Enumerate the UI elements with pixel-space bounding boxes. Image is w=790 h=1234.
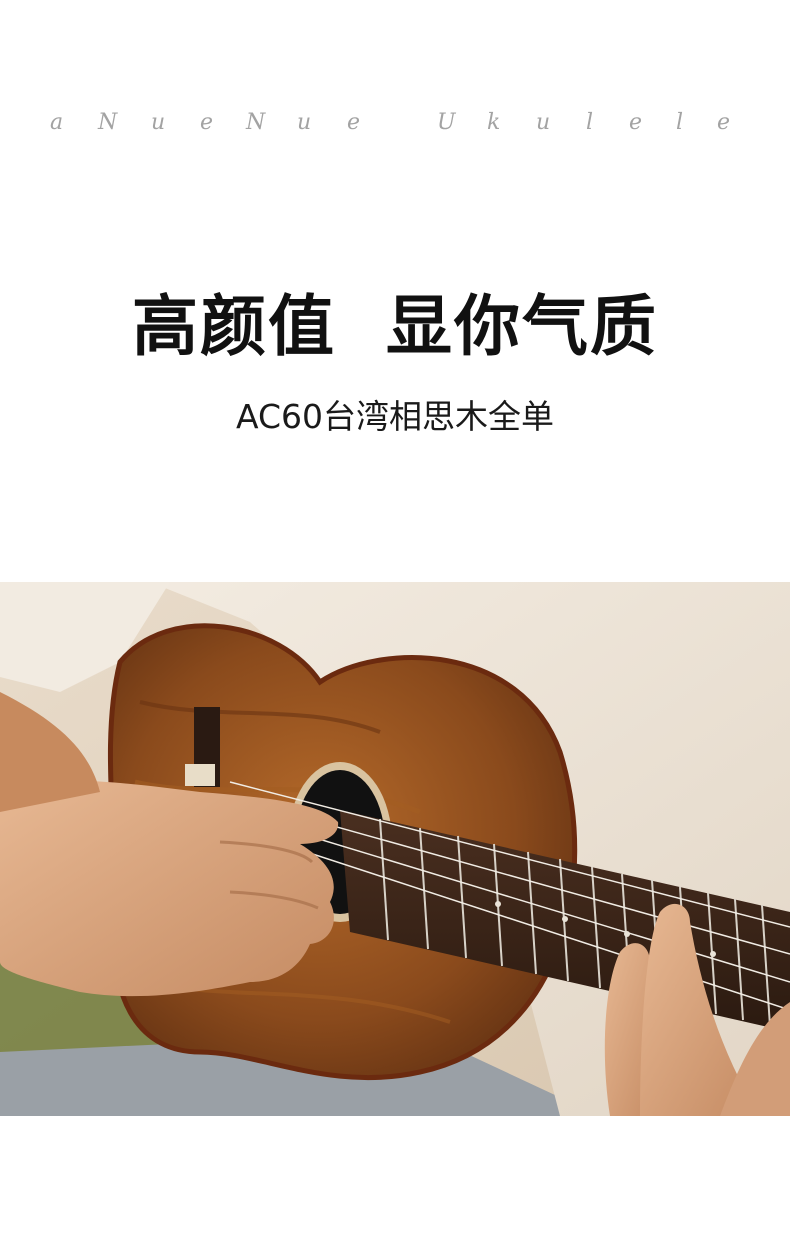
brand-wordmark: a N u e N u e U k u l e l e [0,108,790,138]
brand-letter: u [297,110,312,135]
subheadline: AC60台湾相思木全单 [235,397,555,436]
brand-letter: e [200,110,214,135]
brand-letter: e [629,110,643,135]
headline: 高颜值 显你气质 [132,288,658,365]
brand-letter: l [676,110,684,135]
brand-letter: l [586,110,594,135]
brand-letter: N [98,110,118,135]
brand-letter: u [536,110,551,135]
brand-letter: u [151,110,166,135]
brand-letter: e [347,110,361,135]
brand-letter: e [717,110,731,135]
ukulele-illustration [0,582,790,1116]
brand-letter: a [50,110,64,135]
ukulele-photo [0,582,790,1116]
brand-letter: k [487,110,501,135]
brand-letter: U [437,110,456,135]
brand-letter: N [246,110,266,135]
